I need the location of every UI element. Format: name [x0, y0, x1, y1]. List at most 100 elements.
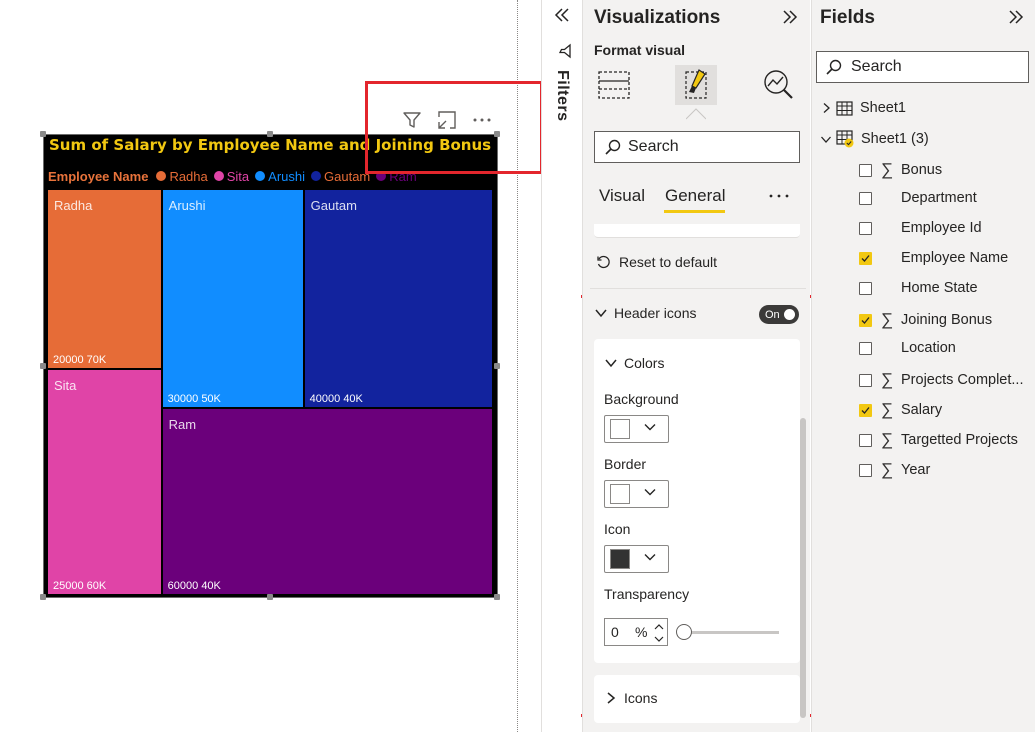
search-placeholder: Search — [851, 58, 902, 75]
table-sheet1-3[interactable]: Sheet1 (3) — [820, 130, 929, 148]
checkbox-checked[interactable] — [859, 403, 872, 417]
search-icon — [825, 58, 843, 76]
header-icons-section-toggle[interactable]: Header icons — [594, 305, 697, 321]
legend-marker — [156, 171, 167, 181]
format-visual-tab[interactable] — [675, 65, 717, 105]
chevron-down-icon — [643, 420, 657, 439]
more-options-icon[interactable] — [767, 186, 791, 211]
field-item[interactable]: Department — [859, 190, 977, 206]
field-item[interactable]: ∑ Salary — [859, 400, 942, 420]
treemap-area: Radha 20000 70K Sita 25000 60K Arushi 30000 5… — [47, 189, 493, 595]
collapse-filters-icon[interactable] — [552, 5, 572, 30]
colors-section-toggle[interactable]: Colors — [604, 355, 664, 371]
checkbox[interactable] — [859, 463, 872, 477]
header-icons-toggle[interactable]: On — [759, 305, 799, 324]
transparency-input[interactable]: 0 % — [604, 618, 668, 646]
legend-item[interactable]: Gautam — [311, 169, 370, 184]
tile-data-label: 30000 50K — [167, 392, 221, 405]
background-color-picker[interactable] — [604, 415, 669, 443]
filters-label[interactable]: Filters — [553, 70, 571, 122]
field-item[interactable]: Home State — [859, 280, 978, 296]
field-item[interactable]: ∑ Bonus — [859, 160, 942, 180]
checkbox[interactable] — [859, 373, 872, 387]
resize-handle[interactable] — [40, 131, 46, 137]
background-label: Background — [604, 391, 679, 407]
expand-fields-icon[interactable] — [1006, 7, 1026, 32]
visualizations-search[interactable]: Search — [594, 131, 800, 163]
treemap-tile[interactable]: Sita 25000 60K — [47, 369, 162, 595]
legend-item[interactable]: Sita — [213, 169, 249, 184]
resize-handle[interactable] — [267, 594, 273, 600]
active-tab-pointer — [685, 106, 707, 120]
previous-card-edge — [594, 224, 800, 238]
sigma-icon: ∑ — [880, 460, 894, 479]
icon-color-picker[interactable] — [604, 545, 669, 573]
chevron-down-icon — [820, 133, 836, 145]
treemap-visual[interactable]: Radha 20000 70K Sita 25000 60K Arushi 30000 5… — [43, 134, 498, 598]
field-name: Salary — [901, 402, 943, 418]
checkbox[interactable] — [859, 191, 872, 205]
legend-label: Radha — [169, 168, 208, 184]
field-name: Joining Bonus — [901, 312, 993, 328]
expand-visualizations-icon[interactable] — [780, 7, 800, 32]
icons-section-toggle[interactable]: Icons — [604, 690, 657, 706]
reset-label: Reset to default — [619, 254, 718, 270]
field-item[interactable]: Employee Name — [859, 250, 1008, 266]
resize-handle[interactable] — [40, 363, 46, 369]
format-paintbrush-icon — [680, 68, 712, 107]
field-item[interactable]: ∑ Targetted Projects — [859, 430, 1018, 450]
field-name: Employee Name — [901, 250, 1009, 266]
legend-item[interactable]: Radha — [156, 168, 208, 184]
treemap-tile[interactable]: Arushi 30000 50K — [161, 189, 304, 408]
format-visual-label: Format visual — [594, 42, 686, 58]
field-name: Home State — [901, 280, 978, 296]
legend-item[interactable]: Arushi — [255, 169, 305, 184]
analytics-icon[interactable] — [761, 67, 795, 106]
chevron-right-icon — [820, 102, 836, 114]
field-item[interactable]: ∑ Year — [859, 460, 930, 480]
colors-label: Colors — [624, 355, 665, 371]
field-name: Bonus — [901, 162, 943, 178]
resize-handle[interactable] — [494, 594, 500, 600]
legend-title: Employee Name — [48, 168, 149, 184]
reset-to-default-button[interactable]: Reset to default — [596, 254, 717, 270]
chevron-right-icon — [604, 691, 618, 705]
checkbox[interactable] — [859, 163, 872, 177]
spin-down-icon[interactable] — [653, 632, 665, 648]
field-name: Department — [901, 190, 977, 206]
format-pane-scrollbar[interactable] — [800, 418, 806, 718]
field-name: Location — [901, 340, 956, 356]
search-placeholder: Search — [628, 138, 679, 155]
transparency-slider-thumb[interactable] — [676, 624, 692, 640]
table-name: Sheet1 — [860, 100, 906, 116]
field-name: Employee Id — [901, 220, 982, 236]
checkbox[interactable] — [859, 221, 872, 235]
border-color-picker[interactable] — [604, 480, 669, 508]
table-icon — [836, 100, 853, 116]
table-sheet1[interactable]: Sheet1 — [820, 100, 906, 116]
table-in-use-icon — [836, 130, 854, 148]
field-item[interactable]: Location — [859, 340, 956, 356]
tab-general[interactable]: General — [665, 186, 725, 206]
chevron-down-icon — [594, 306, 608, 320]
resize-handle[interactable] — [494, 363, 500, 369]
treemap-tile[interactable]: Ram 60000 40K — [161, 407, 493, 595]
checkbox-checked[interactable] — [859, 251, 872, 265]
field-name: Projects Complet... — [901, 372, 1024, 388]
treemap-tile[interactable]: Radha 20000 70K — [47, 189, 162, 370]
tab-visual[interactable]: Visual — [599, 186, 645, 206]
fields-search[interactable]: Search — [816, 51, 1029, 83]
field-item[interactable]: ∑ Joining Bonus — [859, 310, 992, 330]
tile-label: Sita — [54, 378, 77, 394]
transparency-slider-track[interactable] — [690, 631, 779, 634]
field-item[interactable]: ∑ Projects Complet... — [859, 370, 1024, 390]
build-visual-icon[interactable] — [597, 68, 631, 107]
field-item[interactable]: Employee Id — [859, 220, 982, 236]
field-name: Targetted Projects — [901, 432, 1018, 448]
treemap-tile[interactable]: Gautam 40000 40K — [303, 189, 493, 408]
checkbox[interactable] — [859, 433, 872, 447]
resize-handle[interactable] — [40, 594, 46, 600]
checkbox-checked[interactable] — [859, 313, 872, 327]
checkbox[interactable] — [859, 281, 872, 295]
checkbox[interactable] — [859, 341, 872, 355]
